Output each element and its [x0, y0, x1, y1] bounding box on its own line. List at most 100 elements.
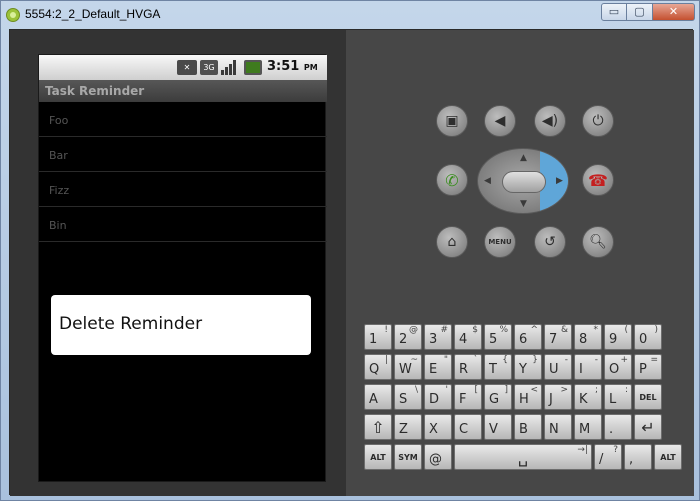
mute-icon: ✕	[177, 60, 197, 75]
delete-reminder-item[interactable]: Delete Reminder	[59, 314, 202, 334]
reminder-list: Foo Bar Fizz Bin	[39, 102, 327, 242]
key-v[interactable]: V	[484, 414, 512, 440]
call-icon: ✆	[445, 170, 459, 190]
sym-label: SYM	[398, 452, 418, 462]
key-i[interactable]: I-	[574, 354, 602, 380]
key-j[interactable]: J >	[544, 384, 572, 410]
key-period[interactable]: .	[604, 414, 632, 440]
maximize-button[interactable]: ▢	[627, 3, 653, 21]
key-6[interactable]: 6 ^	[514, 324, 542, 350]
status-time: 3:51 PM	[267, 59, 318, 74]
dpad-up-icon: ▲	[520, 153, 527, 163]
volume-down-button[interactable]: ◀	[484, 105, 516, 137]
enter-icon: ↵	[641, 417, 655, 437]
minimize-button[interactable]: ▭	[601, 3, 627, 21]
emulator-screen-area: ✕ 3G 3:51 PM Task Reminder Foo Bar Fizz …	[10, 30, 346, 496]
key-alt-left[interactable]: ALT	[364, 444, 392, 470]
volume-up-icon: ◀)	[541, 113, 559, 129]
key-4[interactable]: 4 $	[454, 324, 482, 350]
alt-label: ALT	[660, 452, 676, 462]
key-q[interactable]: Q |	[364, 354, 392, 380]
app-title: Task Reminder	[39, 80, 327, 102]
key-k[interactable]: K;	[574, 384, 602, 410]
key-r[interactable]: R `	[454, 354, 482, 380]
key-g[interactable]: G]	[484, 384, 512, 410]
key-3[interactable]: 3 #	[424, 324, 452, 350]
key-0[interactable]: 0)	[634, 324, 662, 350]
list-item[interactable]: Foo	[39, 102, 327, 137]
dpad-right-icon: ▶	[556, 176, 563, 186]
dpad-center[interactable]	[502, 171, 546, 193]
dpad-left-icon: ◀	[484, 176, 491, 186]
key-5[interactable]: 5%	[484, 324, 512, 350]
title-bar[interactable]: 5554:2_2_Default_HVGA ▭ ▢ ✕	[1, 1, 699, 29]
key-z[interactable]: Z	[394, 414, 422, 440]
search-icon: 🔍︎	[589, 234, 607, 250]
key-2[interactable]: 2 @	[394, 324, 422, 350]
power-button[interactable]: ⏻	[582, 105, 614, 137]
alt-label: ALT	[370, 452, 386, 462]
key-c[interactable]: C	[454, 414, 482, 440]
back-button[interactable]: ↺	[534, 226, 566, 258]
key-u[interactable]: U-	[544, 354, 572, 380]
key-h[interactable]: H <	[514, 384, 542, 410]
menu-label: MENU	[488, 238, 512, 246]
list-item[interactable]: Fizz	[39, 172, 327, 207]
key-9[interactable]: 9(	[604, 324, 632, 350]
key-m[interactable]: M	[574, 414, 602, 440]
key-f[interactable]: F[	[454, 384, 482, 410]
key-w[interactable]: W ~	[394, 354, 422, 380]
key-x[interactable]: X	[424, 414, 452, 440]
list-item[interactable]: Bin	[39, 207, 327, 242]
menu-button[interactable]: MENU	[484, 226, 516, 258]
close-button[interactable]: ✕	[653, 3, 695, 21]
key-p[interactable]: P =	[634, 354, 662, 380]
dpad[interactable]: ▲ ▼ ◀ ▶	[477, 148, 569, 214]
key-1[interactable]: 1!	[364, 324, 392, 350]
call-button[interactable]: ✆	[436, 164, 468, 196]
key-alt-right[interactable]: ALT	[654, 444, 682, 470]
phone-screen[interactable]: ✕ 3G 3:51 PM Task Reminder Foo Bar Fizz …	[38, 54, 327, 482]
end-call-icon: ☎	[588, 170, 608, 190]
key-d[interactable]: D '	[424, 384, 452, 410]
power-icon: ⏻	[592, 113, 604, 129]
key-enter[interactable]: ↵	[634, 414, 662, 440]
battery-icon	[244, 60, 262, 75]
dpad-down-icon: ▼	[520, 199, 527, 209]
key-space[interactable]: ␣ →|	[454, 444, 592, 470]
key-shift[interactable]: ⇧	[364, 414, 392, 440]
list-item[interactable]: Bar	[39, 137, 327, 172]
home-icon: ⌂	[447, 234, 457, 250]
volume-up-button[interactable]: ◀)	[534, 105, 566, 137]
key-8[interactable]: 8 *	[574, 324, 602, 350]
key-slash[interactable]: /?	[594, 444, 622, 470]
search-button[interactable]: 🔍︎	[582, 226, 614, 258]
key-n[interactable]: N	[544, 414, 572, 440]
key-e[interactable]: E "	[424, 354, 452, 380]
key-t[interactable]: T{	[484, 354, 512, 380]
home-button[interactable]: ⌂	[436, 226, 468, 258]
space-icon: ␣	[517, 447, 529, 467]
key-at[interactable]: @	[424, 444, 452, 470]
camera-icon: ▣	[445, 113, 459, 129]
context-menu: Delete Reminder	[51, 295, 311, 355]
status-bar: ✕ 3G 3:51 PM	[39, 55, 327, 80]
key-del[interactable]: DEL	[634, 384, 662, 410]
key-s[interactable]: S \	[394, 384, 422, 410]
volume-down-icon: ◀	[494, 113, 506, 129]
back-icon: ↺	[544, 234, 556, 250]
key-a[interactable]: A	[364, 384, 392, 410]
key-y[interactable]: Y}	[514, 354, 542, 380]
key-sym[interactable]: SYM	[394, 444, 422, 470]
3g-icon: 3G	[200, 60, 218, 75]
key-o[interactable]: O +	[604, 354, 632, 380]
key-comma[interactable]: ,	[624, 444, 652, 470]
window-controls: ▭ ▢ ✕	[601, 3, 695, 21]
key-7[interactable]: 7 &	[544, 324, 572, 350]
key-l[interactable]: L:	[604, 384, 632, 410]
camera-button[interactable]: ▣	[436, 105, 468, 137]
end-call-button[interactable]: ☎	[582, 164, 614, 196]
window-title: 5554:2_2_Default_HVGA	[25, 7, 161, 21]
key-b[interactable]: B	[514, 414, 542, 440]
shift-icon: ⇧	[371, 417, 385, 437]
